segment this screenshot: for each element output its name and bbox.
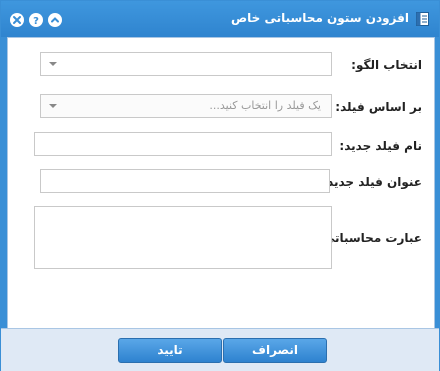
cancel-button[interactable]: انصراف [223, 338, 327, 363]
template-label: انتخاب الگو: [351, 58, 422, 72]
collapse-icon[interactable] [48, 13, 62, 27]
template-select[interactable] [40, 52, 332, 76]
dialog-window: ? افزودن ستون محاسباتی خاص انتخاب الگو: … [0, 0, 440, 371]
document-icon [416, 12, 429, 26]
svg-text:?: ? [33, 16, 39, 27]
new-field-name-input[interactable] [34, 132, 332, 156]
dialog-body: انتخاب الگو: بر اساس فیلد: یک فیلد را ان… [7, 37, 435, 329]
dialog-title: افزودن ستون محاسباتی خاص [230, 11, 409, 25]
confirm-button[interactable]: تایید [118, 338, 222, 363]
help-icon[interactable]: ? [29, 13, 43, 27]
new-field-name-label: نام فیلد جدید: [339, 139, 422, 153]
dropdown-arrow-icon[interactable] [49, 62, 57, 66]
new-field-title-input[interactable] [40, 169, 330, 193]
based-on-label: بر اساس فیلد: [335, 100, 422, 114]
expression-label: عبارت محاسباتی: [318, 231, 422, 245]
expression-textarea[interactable] [34, 206, 332, 269]
new-field-title-label: عنوان فیلد جدید: [322, 175, 422, 189]
based-on-placeholder: یک فیلد را انتخاب کنید... [209, 99, 321, 112]
based-on-select[interactable]: یک فیلد را انتخاب کنید... [40, 94, 332, 118]
dialog-footer: تایید انصراف [1, 328, 439, 371]
dialog-titlebar[interactable]: ? افزودن ستون محاسباتی خاص [1, 1, 439, 37]
dropdown-arrow-icon[interactable] [49, 104, 57, 108]
close-icon[interactable] [10, 13, 24, 27]
